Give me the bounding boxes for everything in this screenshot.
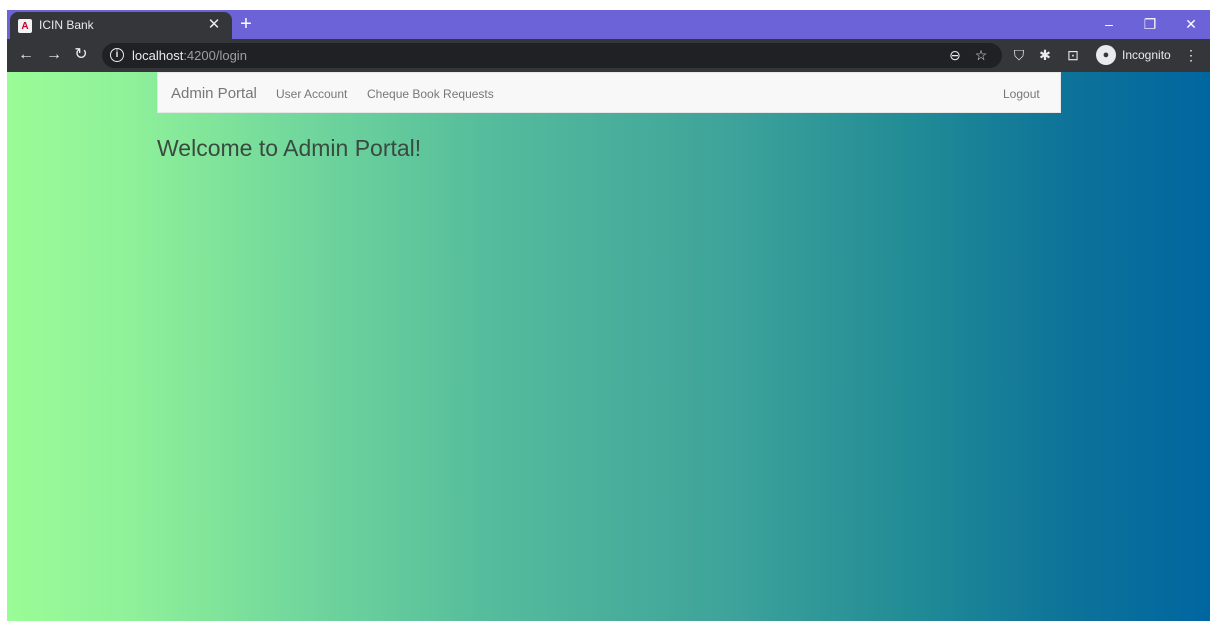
navbar-brand[interactable]: Admin Portal [171, 85, 257, 102]
zoom-out-icon[interactable]: ⊖ [947, 47, 963, 63]
forward-arrow-icon[interactable]: → [45, 46, 63, 64]
tab-title: ICIN Bank [39, 18, 94, 32]
tab-strip: A ICIN Bank ✕ + – ❐ ✕ [7, 10, 1210, 39]
info-icon[interactable]: i [110, 48, 124, 62]
restore-icon[interactable]: ❐ [1140, 14, 1160, 34]
incognito-icon: ● [1096, 45, 1116, 65]
shield-icon[interactable]: ⛉ [1011, 47, 1027, 63]
close-window-icon[interactable]: ✕ [1181, 14, 1201, 34]
kebab-menu-icon[interactable]: ⋮ [1183, 47, 1199, 63]
url-path: :4200/login [183, 48, 247, 63]
star-icon[interactable]: ☆ [973, 47, 989, 63]
back-arrow-icon[interactable]: ← [17, 46, 35, 64]
angular-favicon-icon: A [18, 19, 32, 33]
browser-window: A ICIN Bank ✕ + – ❐ ✕ ← → ↻ i localhost:… [7, 10, 1210, 621]
nav-link-user-account[interactable]: User Account [276, 87, 347, 101]
browser-toolbar: ← → ↻ i localhost:4200/login ⊖ ☆ ⛉ ✱ ⊡ ●… [7, 39, 1210, 72]
reload-icon[interactable]: ↻ [72, 46, 90, 64]
admin-navbar: Admin Portal User Account Cheque Book Re… [157, 72, 1061, 113]
nav-link-cheque-book-requests[interactable]: Cheque Book Requests [367, 87, 494, 101]
puzzle-icon[interactable]: ✱ [1037, 47, 1053, 63]
incognito-label: Incognito [1122, 48, 1171, 62]
cast-icon[interactable]: ⊡ [1065, 47, 1081, 63]
url-host: localhost [132, 48, 184, 63]
url-text[interactable]: localhost:4200/login [132, 48, 247, 63]
page-viewport: Admin Portal User Account Cheque Book Re… [7, 72, 1210, 621]
incognito-indicator[interactable]: ● Incognito [1096, 44, 1171, 66]
logout-link[interactable]: Logout [1003, 87, 1040, 101]
minimize-icon[interactable]: – [1099, 14, 1119, 34]
plus-icon[interactable]: + [236, 14, 256, 34]
close-icon[interactable]: ✕ [206, 17, 222, 33]
tab-active[interactable]: A ICIN Bank ✕ [10, 12, 232, 39]
page-title: Welcome to Admin Portal! [157, 135, 422, 161]
address-bar[interactable]: i localhost:4200/login [102, 43, 1002, 68]
